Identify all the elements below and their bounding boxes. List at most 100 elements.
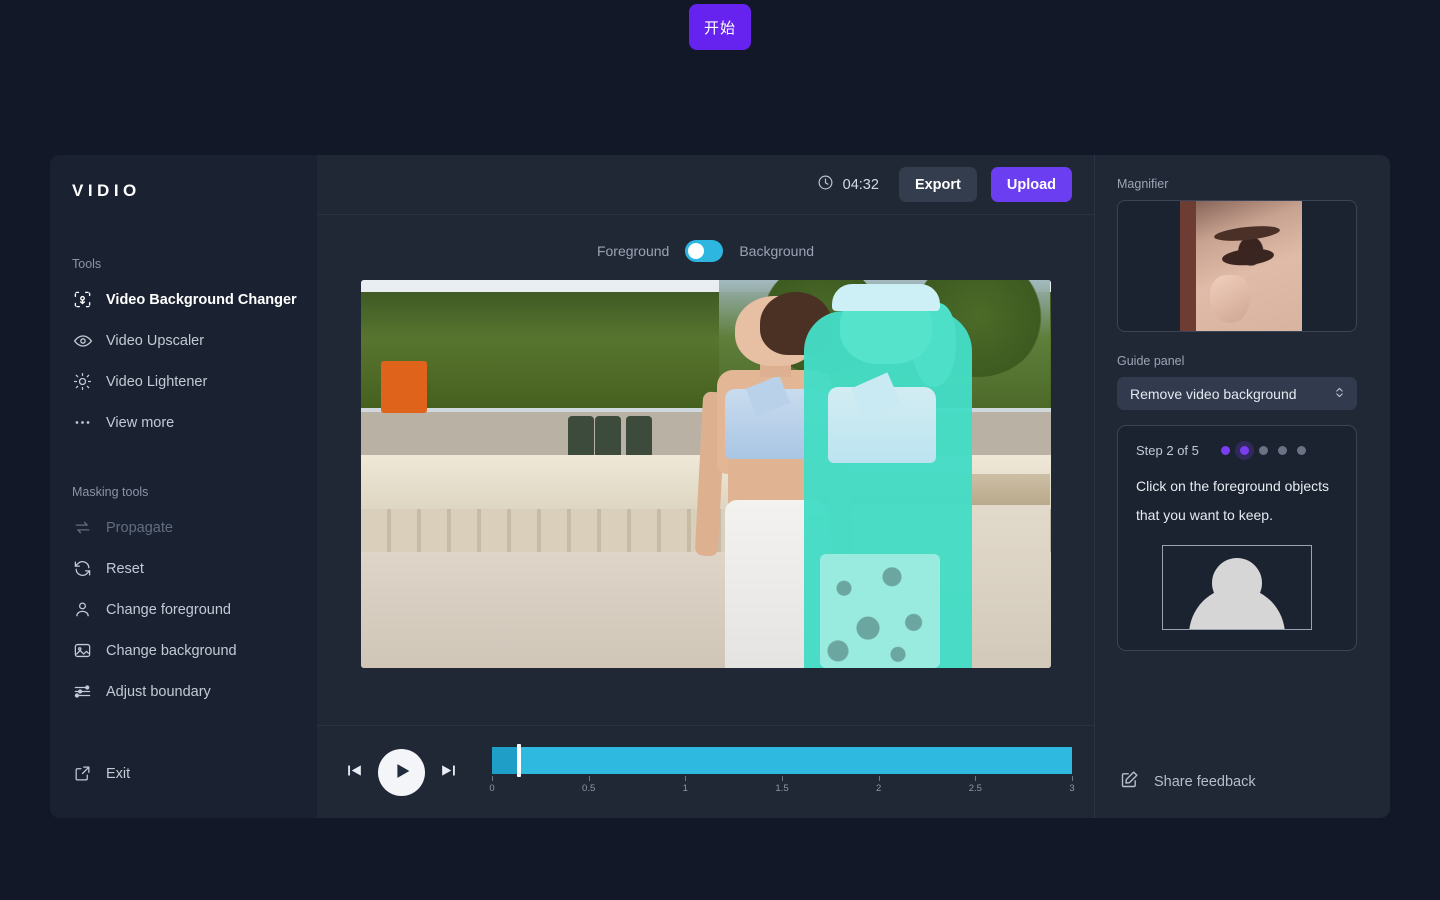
refresh-icon — [72, 558, 93, 579]
sidebar-item-video-lightener[interactable]: Video Lightener — [50, 361, 317, 402]
sidebar-item-reset[interactable]: Reset — [50, 548, 317, 589]
upload-button[interactable]: Upload — [990, 167, 1072, 202]
sidebar-item-view-more[interactable]: View more — [50, 402, 317, 443]
toggle-knob — [688, 243, 705, 259]
chevron-updown-icon — [1333, 385, 1346, 403]
magnifier-hair-edge — [1180, 201, 1196, 331]
player-controls: 0 0.5 1 1.5 2 2.5 3 — [317, 726, 1094, 818]
video-orange-object — [381, 361, 428, 414]
share-feedback-label: Share feedback — [1154, 773, 1256, 790]
guide-step-dot[interactable] — [1239, 446, 1249, 455]
timeline-tick-label: 0.5 — [582, 782, 596, 794]
sidebar-item-label: Change background — [106, 642, 237, 659]
sidebar-item-exit[interactable]: Exit — [50, 753, 317, 794]
guide-card-header: Step 2 of 5 — [1136, 443, 1338, 458]
timeline-tick — [685, 775, 687, 781]
guide-select-value: Remove video background — [1130, 385, 1297, 402]
timeline-tick-label: 2 — [876, 782, 882, 794]
sidebar-item-adjust-boundary[interactable]: Adjust boundary — [50, 671, 317, 712]
timeline-clip — [492, 746, 1072, 774]
magnifier-label: Magnifier — [1117, 177, 1169, 191]
timeline-tick-label: 2.5 — [968, 782, 982, 794]
app-window: VIDIO Tools Video Background Changer Vid… — [50, 155, 1390, 818]
timeline-tick — [782, 775, 783, 781]
skip-previous-button[interactable] — [345, 761, 364, 783]
magnifier-preview — [1117, 200, 1357, 332]
guide-panel-label: Guide panel — [1117, 354, 1185, 368]
toggle-label-background: Background — [739, 243, 815, 259]
guide-step-label: Step 2 of 5 — [1136, 443, 1199, 458]
skip-next-icon — [439, 761, 458, 783]
timeline-tick — [878, 775, 880, 781]
sun-icon — [72, 371, 93, 392]
guide-illustration — [1162, 545, 1312, 630]
share-feedback-button[interactable]: Share feedback — [1119, 769, 1368, 794]
video-preview[interactable] — [360, 280, 1051, 668]
timeline-tick — [1072, 775, 1073, 781]
timeline-clip-played — [492, 746, 519, 774]
sidebar: VIDIO Tools Video Background Changer Vid… — [50, 155, 317, 818]
timer-value: 04:32 — [842, 176, 879, 193]
screen: 开始 VIDIO Tools Video Background Changer — [0, 0, 1440, 900]
video-bin-2 — [595, 416, 622, 459]
right-panel-spacer — [1117, 651, 1368, 769]
edit-square-icon — [1119, 769, 1140, 794]
background-changer-icon — [72, 289, 93, 310]
person-right-shorts — [820, 553, 941, 668]
eye-icon — [72, 330, 93, 351]
video-bin-3 — [626, 416, 653, 459]
timeline-tick — [492, 775, 493, 781]
sliders-icon — [72, 681, 93, 702]
play-button[interactable] — [378, 748, 425, 796]
video-person-right-masked[interactable] — [788, 283, 988, 668]
timeline-tick-label: 0 — [489, 782, 495, 794]
skip-next-button[interactable] — [439, 761, 458, 783]
timeline-playhead[interactable] — [517, 743, 522, 777]
timeline-tick-label: 3 — [1069, 782, 1075, 794]
clock-icon — [817, 174, 834, 195]
ellipsis-icon — [72, 412, 93, 433]
start-button[interactable]: 开始 — [689, 4, 751, 50]
session-timer: 04:32 — [817, 174, 879, 195]
image-icon — [72, 640, 93, 661]
sidebar-item-propagate[interactable]: Propagate — [50, 507, 317, 548]
guide-step-dot[interactable] — [1258, 446, 1268, 455]
guide-select[interactable]: Remove video background — [1117, 377, 1357, 410]
guide-step-dots — [1220, 446, 1306, 455]
export-button[interactable]: Export — [898, 167, 977, 202]
preview-stage: Foreground Background — [317, 215, 1094, 726]
timeline-tick — [975, 775, 977, 781]
sidebar-item-label: Propagate — [106, 519, 173, 536]
timeline-track[interactable] — [492, 743, 1072, 777]
sidebar-item-video-background-changer[interactable]: Video Background Changer — [50, 279, 317, 320]
app-logo: VIDIO — [72, 181, 141, 200]
guide-step-dot[interactable] — [1220, 446, 1230, 455]
guide-step-dot[interactable] — [1296, 446, 1306, 455]
sidebar-item-label: Video Upscaler — [106, 332, 205, 349]
sidebar-item-change-background[interactable]: Change background — [50, 630, 317, 671]
guide-card: Step 2 of 5 Click on the foreground obje… — [1117, 425, 1357, 651]
foreground-background-toggle[interactable]: Foreground Background — [597, 240, 814, 262]
person-right-visor — [832, 283, 941, 311]
guide-instruction: Click on the foreground objects that you… — [1136, 478, 1329, 523]
timeline[interactable]: 0 0.5 1 1.5 2 2.5 3 — [489, 743, 1075, 798]
sidebar-item-label: View more — [106, 414, 175, 431]
toggle-switch[interactable] — [685, 240, 724, 262]
skip-previous-icon — [345, 761, 364, 783]
magnifier-nose — [1210, 275, 1250, 323]
sidebar-item-label: Change foreground — [106, 601, 231, 618]
sidebar-item-label: Video Lightener — [106, 373, 208, 390]
right-panel: Magnifier Guide panel Remove video backg… — [1094, 155, 1390, 818]
masking-tools-section-label: Masking tools — [72, 485, 149, 499]
topbar: 04:32 Export Upload — [317, 155, 1094, 215]
toggle-label-foreground: Foreground — [596, 243, 670, 259]
sidebar-item-label: Video Background Changer — [106, 291, 297, 308]
sidebar-item-change-foreground[interactable]: Change foreground — [50, 589, 317, 630]
timeline-tick — [588, 775, 590, 781]
sidebar-item-video-upscaler[interactable]: Video Upscaler — [50, 320, 317, 361]
guide-step-dot[interactable] — [1277, 446, 1287, 455]
tools-section-label: Tools — [72, 257, 102, 271]
timeline-tick-label: 1.5 — [775, 782, 789, 794]
sidebar-item-label: Adjust boundary — [106, 683, 211, 700]
